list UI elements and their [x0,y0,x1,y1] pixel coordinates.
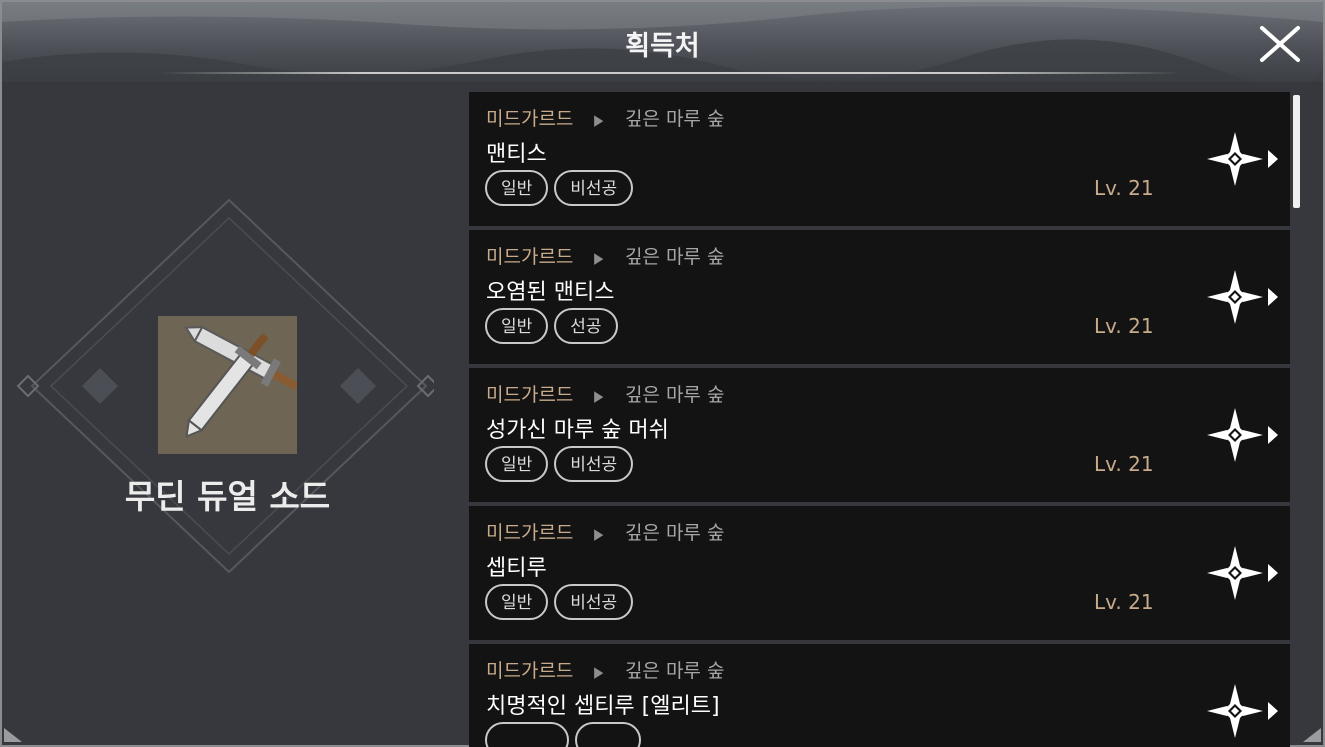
compass-star-icon [1207,132,1278,186]
tag-badge: 비선공 [554,584,634,620]
location-breadcrumb: 미드가르드 ▶ 깊은 마루 숲 [486,380,724,407]
corner-ornament-icon [1303,728,1321,742]
region-name: 미드가르드 [486,384,574,406]
scrollbar-thumb[interactable] [1293,95,1300,208]
tag-badge: 일반 [485,170,549,206]
zone-name: 깊은 마루 숲 [624,246,725,268]
source-row[interactable]: 미드가르드 ▶ 깊은 마루 숲 셉티루 일반 비선공 Lv. 21 [469,506,1290,640]
monster-tags: 일반 비선공 [485,584,639,620]
tag-badge: 일반 [485,584,549,620]
monster-tags [485,722,647,747]
region-name: 미드가르드 [486,522,574,544]
tag-badge: 일반 [485,446,549,482]
monster-tags: 일반 비선공 [485,170,639,206]
breadcrumb-chevron-icon: ▶ [594,249,604,267]
compass-star-icon [1207,684,1278,738]
monster-name: 치명적인 셉티루 [엘리트] [486,694,720,719]
breadcrumb-chevron-icon: ▶ [594,525,604,543]
region-name: 미드가르드 [486,660,574,682]
source-row[interactable]: 미드가르드 ▶ 깊은 마루 숲 치명적인 셉티루 [엘리트] [469,644,1290,747]
navigate-button[interactable] [1205,130,1283,188]
corner-ornament-icon [4,728,22,742]
dual-sword-icon [158,316,300,454]
tag-badge: 비선공 [554,446,634,482]
region-name: 미드가르드 [486,246,574,268]
source-list[interactable]: 미드가르드 ▶ 깊은 마루 숲 맨티스 일반 비선공 Lv. 21 미드가르드 ▶ 깊은 … [469,92,1290,747]
close-button[interactable] [1258,24,1302,64]
breadcrumb-chevron-icon: ▶ [594,663,604,681]
breadcrumb-chevron-icon: ▶ [594,387,604,405]
item-name: 무딘 듀얼 소드 [124,477,331,516]
monster-level: Lv. 21 [1094,314,1154,338]
monster-name: 성가신 마루 숲 머쉬 [486,418,669,443]
monster-name: 맨티스 [486,142,547,167]
location-breadcrumb: 미드가르드 ▶ 깊은 마루 숲 [486,518,724,545]
source-row[interactable]: 미드가르드 ▶ 깊은 마루 숲 맨티스 일반 비선공 Lv. 21 [469,92,1290,226]
location-breadcrumb: 미드가르드 ▶ 깊은 마루 숲 [486,242,724,269]
header-divider [160,72,1180,74]
navigate-button[interactable] [1205,682,1283,740]
monster-level: Lv. 21 [1094,590,1154,614]
region-name: 미드가르드 [486,108,574,130]
navigate-button[interactable] [1205,544,1283,602]
close-x-icon [1260,26,1300,62]
zone-name: 깊은 마루 숲 [624,660,725,682]
compass-star-icon [1207,408,1278,462]
compass-star-icon [1207,546,1278,600]
monster-level: Lv. 21 [1094,452,1154,476]
monster-tags: 일반 비선공 [485,446,639,482]
monster-tags: 일반 선공 [485,308,624,344]
item-icon-slot [158,316,300,454]
zone-name: 깊은 마루 숲 [624,108,725,130]
source-row[interactable]: 미드가르드 ▶ 깊은 마루 숲 오염된 맨티스 일반 선공 Lv. 21 [469,230,1290,364]
navigate-button[interactable] [1205,268,1283,326]
monster-name: 셉티루 [486,556,547,581]
monster-name: 오염된 맨티스 [486,280,615,305]
monster-level: Lv. 21 [1094,176,1154,200]
tag-badge [485,722,569,747]
zone-name: 깊은 마루 숲 [624,384,725,406]
location-breadcrumb: 미드가르드 ▶ 깊은 마루 숲 [486,104,724,131]
navigate-button[interactable] [1205,406,1283,464]
compass-star-icon [1207,270,1278,324]
zone-name: 깊은 마루 숲 [624,522,725,544]
tag-badge [575,722,641,747]
tag-badge: 선공 [554,308,618,344]
dialog-title: 획득처 [625,31,700,62]
tag-badge: 일반 [485,308,549,344]
breadcrumb-chevron-icon: ▶ [594,111,604,129]
source-row[interactable]: 미드가르드 ▶ 깊은 마루 숲 성가신 마루 숲 머쉬 일반 비선공 Lv. 21 [469,368,1290,502]
location-breadcrumb: 미드가르드 ▶ 깊은 마루 숲 [486,656,724,683]
tag-badge: 비선공 [554,170,634,206]
